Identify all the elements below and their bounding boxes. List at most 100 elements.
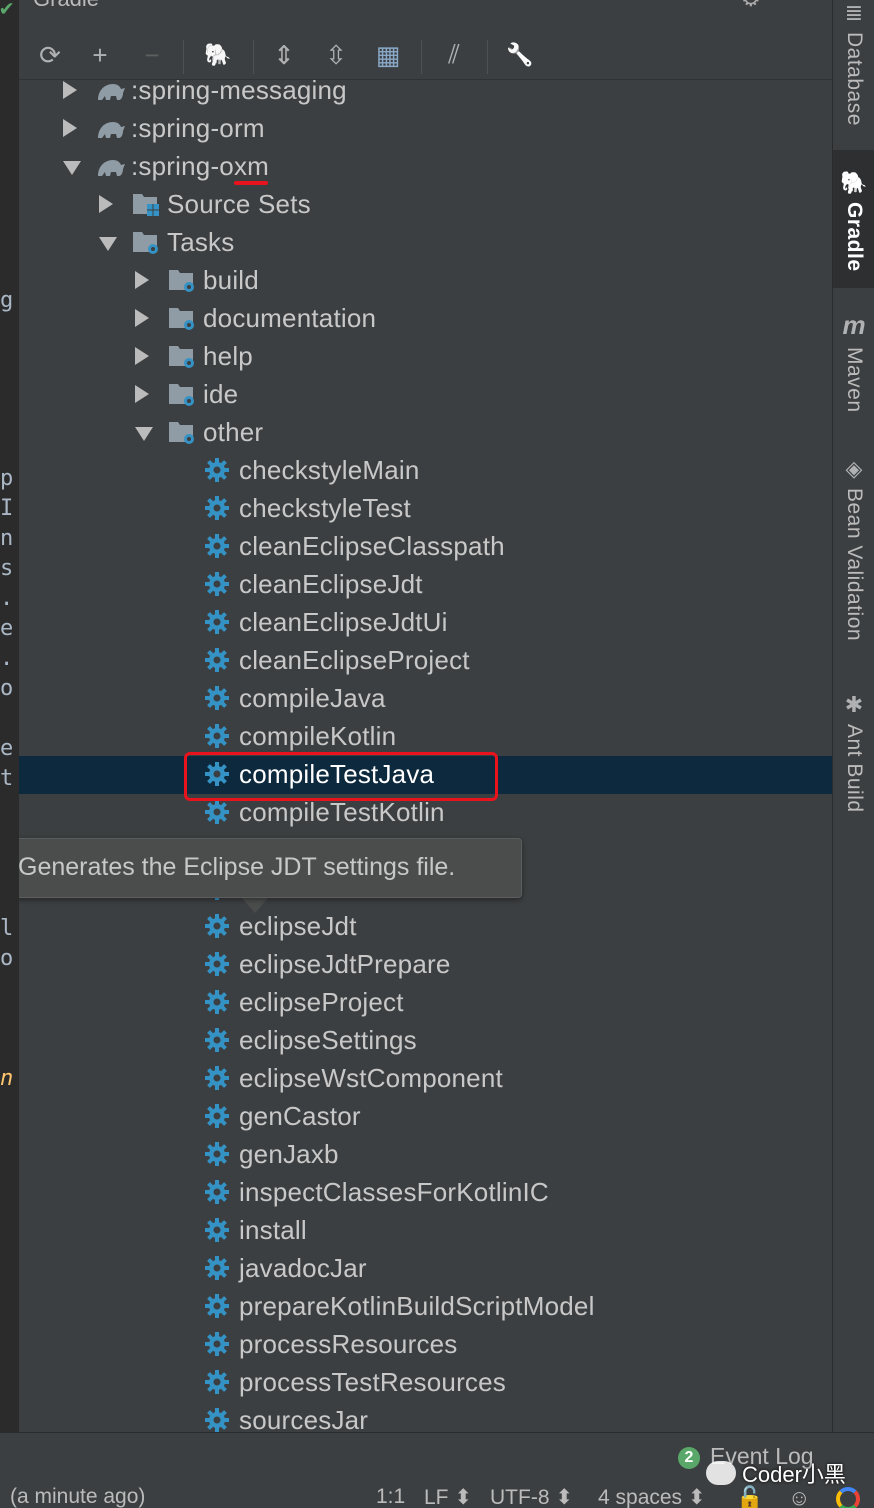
tree-node-row[interactable]: help — [19, 338, 832, 376]
tree-node-row[interactable]: Tasks — [19, 224, 832, 262]
add-icon[interactable]: + — [83, 38, 117, 72]
tree-node-label: Tasks — [167, 227, 235, 257]
task-gear-icon — [203, 988, 235, 1018]
tree-node-row[interactable]: ide — [19, 376, 832, 414]
settings-gear-icon[interactable]: ⚙ — [741, 0, 761, 12]
task-row[interactable]: javadocJar — [19, 1250, 832, 1288]
task-gear-icon — [203, 1178, 235, 1208]
task-row[interactable]: install — [19, 1212, 832, 1250]
elephant-icon[interactable]: 🐘 — [201, 38, 235, 72]
task-row[interactable]: sourcesJar — [19, 1402, 832, 1432]
task-row[interactable]: eclipseJdt — [19, 908, 832, 946]
toggle-offline-icon[interactable]: ⫽ — [437, 38, 471, 72]
tree-node-label: documentation — [203, 303, 377, 333]
expand-all-icon[interactable]: ⇕ — [267, 38, 301, 72]
code-fragment: o — [0, 676, 14, 701]
tree-node-row[interactable]: other — [19, 414, 832, 452]
task-row[interactable]: eclipseWstComponent — [19, 1060, 832, 1098]
refresh-icon[interactable]: ⟳ — [33, 38, 67, 72]
task-row[interactable]: eclipseJdtPrepare — [19, 946, 832, 984]
task-gear-icon — [203, 950, 235, 980]
task-gear-icon — [203, 494, 235, 524]
task-row[interactable]: eclipseSettings — [19, 1022, 832, 1060]
tab-label: Gradle — [843, 202, 866, 272]
task-row[interactable]: checkstyleTest — [19, 490, 832, 528]
task-row[interactable]: eclipseProject — [19, 984, 832, 1022]
remove-icon[interactable]: − — [135, 38, 169, 72]
task-row[interactable]: cleanEclipseJdt — [19, 566, 832, 604]
tree-node-row[interactable]: :spring-messaging — [19, 72, 832, 110]
caret-position[interactable]: 1:1 — [376, 1485, 405, 1508]
task-gear-icon — [203, 1026, 235, 1056]
collapse-arrow-icon[interactable] — [63, 161, 81, 175]
group-modules-icon[interactable]: ▦ — [371, 38, 405, 72]
code-fragment: e — [0, 616, 14, 641]
code-fragment: n — [0, 526, 14, 551]
inspector-icon[interactable]: ☺ — [788, 1485, 810, 1508]
tab-ant-build[interactable]: ✱ Ant Build — [833, 692, 874, 822]
toolbar-separator — [421, 40, 422, 74]
expand-arrow-icon[interactable] — [135, 309, 149, 327]
expand-arrow-icon[interactable] — [99, 195, 113, 213]
tab-bean-validation[interactable]: ◈ Bean Validation — [833, 456, 874, 656]
task-gear-icon — [203, 646, 235, 676]
event-count-badge: 2 — [678, 1447, 700, 1469]
tree-node-row[interactable]: Source Sets — [19, 186, 832, 224]
collapse-all-icon[interactable]: ⇳ — [319, 38, 353, 72]
tree-node-label: sourcesJar — [239, 1405, 369, 1432]
tree-node-label: checkstyleTest — [239, 493, 411, 523]
tree-node-row[interactable]: :spring-orm — [19, 110, 832, 148]
wechat-logo-icon — [706, 1461, 736, 1485]
lock-icon[interactable]: 🔓 — [736, 1485, 763, 1508]
expand-arrow-icon[interactable] — [63, 119, 77, 137]
wrench-icon[interactable]: 🔧 — [503, 38, 537, 72]
task-row[interactable]: compileKotlin — [19, 718, 832, 756]
task-row[interactable]: compileJava — [19, 680, 832, 718]
expand-arrow-icon[interactable] — [135, 385, 149, 403]
annotation-highlight-box — [184, 752, 498, 801]
gradle-elephant-icon: 🐘 — [840, 170, 868, 195]
tree-node-label: :spring-oxm — [131, 151, 270, 181]
task-folder-icon — [167, 380, 199, 410]
indent-selector[interactable]: 4 spaces ⬍ — [598, 1485, 705, 1508]
tab-database[interactable]: ≣ Database — [833, 0, 874, 140]
task-row[interactable]: cleanEclipseClasspath — [19, 528, 832, 566]
tree-node-row[interactable]: documentation — [19, 300, 832, 338]
task-row[interactable]: processTestResources — [19, 1364, 832, 1402]
task-row[interactable]: genJaxb — [19, 1136, 832, 1174]
expand-arrow-icon[interactable] — [63, 81, 77, 99]
task-folder-icon — [131, 228, 163, 258]
tree-node-label: :spring-orm — [131, 113, 265, 143]
tab-label: Ant Build — [843, 724, 866, 813]
tree-node-label: install — [239, 1215, 307, 1245]
tree-node-row[interactable]: build — [19, 262, 832, 300]
task-row[interactable]: processResources — [19, 1326, 832, 1364]
task-folder-icon — [167, 342, 199, 372]
expand-arrow-icon[interactable] — [135, 271, 149, 289]
task-row[interactable]: genCastor — [19, 1098, 832, 1136]
tree-node-label: eclipseJdt — [239, 911, 357, 941]
task-row[interactable]: cleanEclipseJdtUi — [19, 604, 832, 642]
expand-arrow-icon[interactable] — [135, 347, 149, 365]
tab-gradle[interactable]: 🐘 Gradle — [833, 150, 874, 288]
code-fragment: p — [0, 466, 14, 491]
task-gear-icon — [203, 1102, 235, 1132]
tree-node-row[interactable]: :spring-oxm — [19, 148, 832, 186]
source-sets-folder-icon — [131, 190, 163, 220]
task-gear-icon — [203, 608, 235, 638]
line-separator-selector[interactable]: LF ⬍ — [424, 1485, 472, 1508]
task-folder-icon — [167, 304, 199, 334]
task-row[interactable]: checkstyleMain — [19, 452, 832, 490]
task-row[interactable]: prepareKotlinBuildScriptModel — [19, 1288, 832, 1326]
task-row[interactable]: inspectClassesForKotlinIC — [19, 1174, 832, 1212]
task-gear-icon — [203, 1330, 235, 1360]
encoding-selector[interactable]: UTF-8 ⬍ — [490, 1485, 573, 1508]
tab-maven[interactable]: m Maven — [833, 310, 874, 420]
tree-node-label: processTestResources — [239, 1367, 506, 1397]
collapse-arrow-icon[interactable] — [99, 237, 117, 251]
collapse-arrow-icon[interactable] — [135, 427, 153, 441]
task-row[interactable]: cleanEclipseProject — [19, 642, 832, 680]
right-tool-strip: ≣ Database 🐘 Gradle m Maven ◈ Bean Valid… — [832, 0, 874, 1432]
gradle-module-icon — [95, 114, 127, 144]
google-icon[interactable] — [836, 1487, 860, 1508]
